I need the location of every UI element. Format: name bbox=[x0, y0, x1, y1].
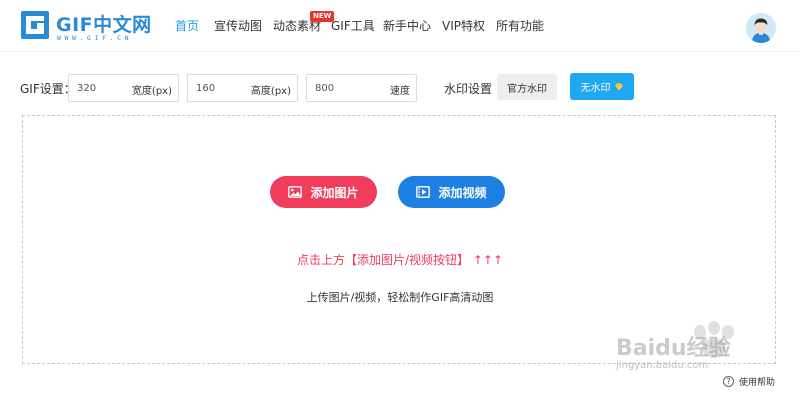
top-header: GIF中文网 WWW.GIF.CN 首页 宣传动图 动态素材 NEW GIF工具… bbox=[0, 0, 800, 52]
width-input[interactable] bbox=[77, 80, 135, 96]
add-video-label: 添加视频 bbox=[438, 185, 487, 200]
help-label: 使用帮助 bbox=[739, 377, 776, 388]
no-watermark-label: 无水印 bbox=[580, 83, 611, 94]
baidu-watermark-text: Baidu经验 bbox=[616, 336, 731, 361]
upload-subhint: 上传图片/视频，轻松制作GIF高清动图 bbox=[306, 291, 494, 304]
question-icon: ? bbox=[723, 375, 734, 387]
speed-field[interactable]: 速度 bbox=[306, 74, 417, 102]
nav-home[interactable]: 首页 bbox=[175, 17, 199, 34]
main-nav: 首页 宣传动图 动态素材 NEW GIF工具 新手中心 VIP特权 所有功能 bbox=[0, 0, 800, 52]
height-unit: 高度(px) bbox=[250, 86, 291, 97]
nav-all-features[interactable]: 所有功能 bbox=[496, 17, 544, 34]
official-watermark-label: 官方水印 bbox=[507, 83, 547, 95]
page: GIF中文网 WWW.GIF.CN 首页 宣传动图 动态素材 NEW GIF工具… bbox=[0, 0, 800, 397]
user-avatar[interactable] bbox=[746, 13, 776, 43]
nav-vip[interactable]: VIP特权 bbox=[442, 17, 485, 34]
nav-promo-gif[interactable]: 宣传动图 bbox=[214, 17, 262, 34]
speed-unit: 速度 bbox=[390, 86, 410, 97]
width-unit: 宽度(px) bbox=[131, 86, 172, 97]
no-watermark-button[interactable]: 无水印 bbox=[570, 73, 634, 100]
speed-input[interactable] bbox=[315, 80, 373, 96]
height-input[interactable] bbox=[196, 80, 254, 96]
image-icon bbox=[288, 186, 303, 198]
diamond-icon bbox=[614, 83, 623, 90]
official-watermark-button[interactable]: 官方水印 bbox=[497, 74, 557, 100]
width-field[interactable]: 宽度(px) bbox=[68, 74, 179, 102]
add-image-label: 添加图片 bbox=[310, 185, 359, 200]
nav-gif-tools[interactable]: GIF工具 bbox=[331, 17, 375, 34]
watermark-settings-label: 水印设置 bbox=[444, 82, 493, 96]
upload-hint: 点击上方【添加图片/视频按钮】 ↑↑↑ bbox=[296, 253, 504, 267]
height-field[interactable]: 高度(px) bbox=[187, 74, 298, 102]
add-image-button[interactable]: 添加图片 bbox=[270, 176, 377, 208]
add-video-button[interactable]: 添加视频 bbox=[398, 176, 505, 208]
nav-beginner-center[interactable]: 新手中心 bbox=[383, 17, 431, 34]
video-icon bbox=[416, 186, 431, 198]
help-link[interactable]: ? 使用帮助 bbox=[723, 374, 775, 388]
avatar-icon bbox=[746, 13, 776, 43]
baidu-watermark-url: jingyan.baidu.com bbox=[616, 360, 709, 371]
